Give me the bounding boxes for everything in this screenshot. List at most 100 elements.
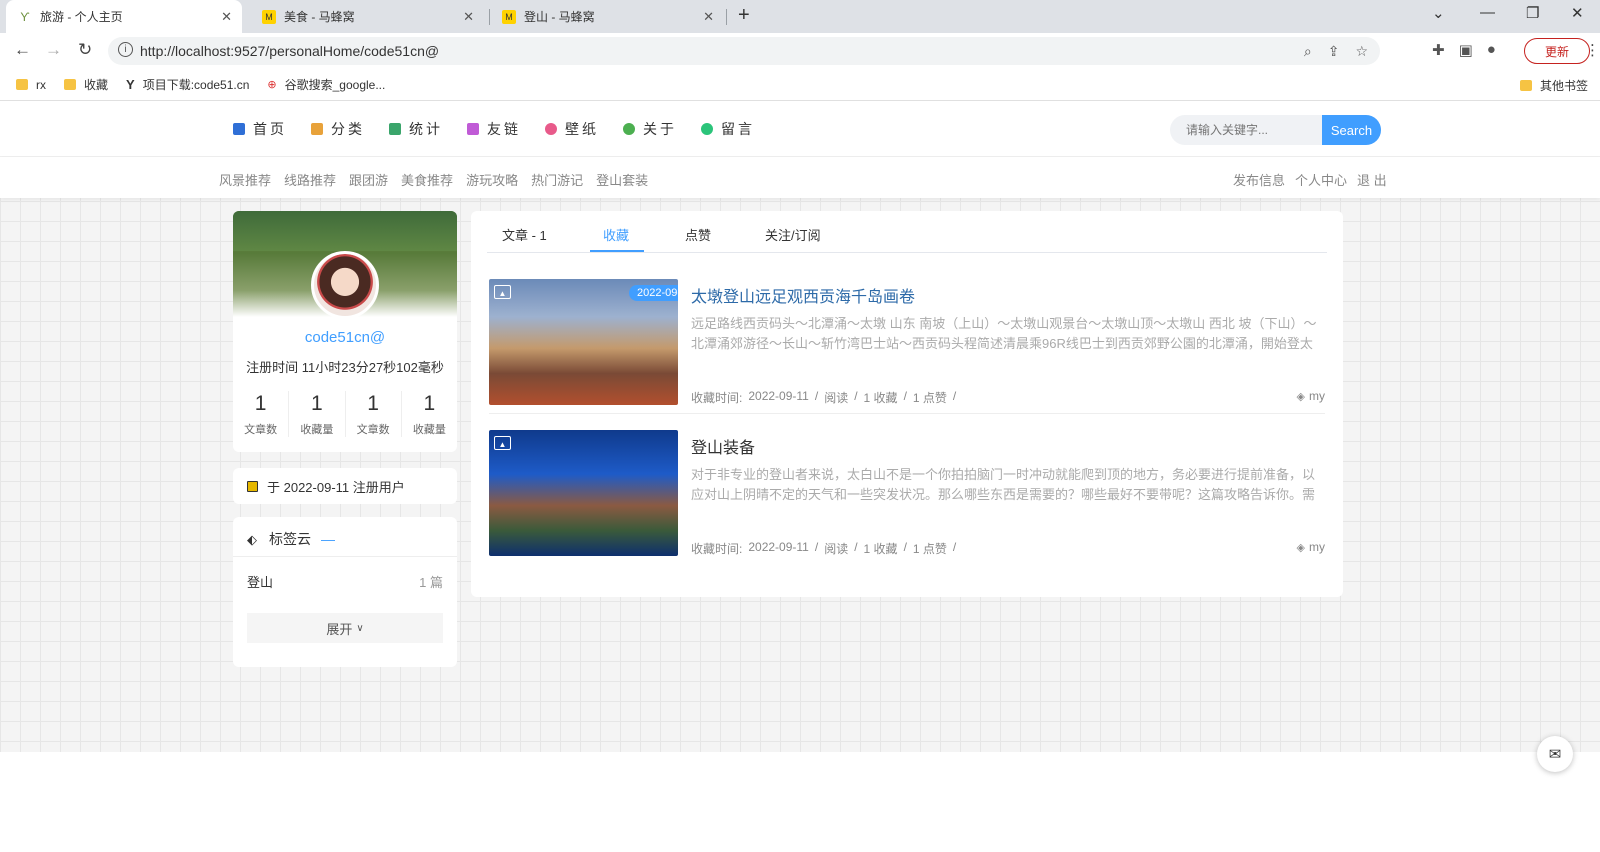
bookmark-folder-favorites[interactable]: 收藏 xyxy=(64,76,108,93)
meta-label: 收藏时间: xyxy=(691,391,743,405)
sub-nav-left: 风景推荐 线路推荐 跟团游 美食推荐 游玩攻略 热门游记 登山套装 xyxy=(219,170,648,189)
subnav-hiking-gear[interactable]: 登山套装 xyxy=(596,170,648,189)
layers-icon: ◈ xyxy=(1296,541,1305,554)
stat-label: 文章数 xyxy=(244,424,278,436)
menu-about[interactable]: 关于 xyxy=(623,119,677,139)
tab-title: 旅游 - 个人主页 xyxy=(40,10,123,24)
tag-count: 1 篇 xyxy=(419,575,443,590)
bookmark-code51[interactable]: Y 项目下载:code51.cn xyxy=(126,76,249,93)
article-author[interactable]: ◈ my xyxy=(1297,540,1325,554)
mafengwo-icon: M xyxy=(262,9,276,24)
forward-icon[interactable]: → xyxy=(45,40,62,60)
browser-tab[interactable]: M 登山 - 马蜂窝 ✕ xyxy=(490,0,724,33)
close-icon[interactable]: ✕ xyxy=(221,9,232,25)
tab-articles[interactable]: 文章 - 1 xyxy=(502,225,547,244)
minimize-icon[interactable]: — xyxy=(1480,4,1495,21)
article-item[interactable]: ▲ 2022-09-11 太墩登山远足观西贡海千岛画卷 远足路线西贡码头～北潭涌… xyxy=(489,279,1325,407)
author-name: my xyxy=(1309,389,1325,403)
collapse-dash[interactable]: — xyxy=(321,531,335,547)
meta-label: 收藏时间: xyxy=(691,542,743,556)
search-button[interactable]: Search xyxy=(1322,115,1381,145)
address-bar-row: ← → ↻ i http://localhost:9527/personalHo… xyxy=(0,33,1600,69)
update-button[interactable]: 更新 xyxy=(1524,38,1590,64)
other-bookmarks[interactable]: 其他书签 xyxy=(1519,77,1588,94)
stat-item[interactable]: 1 文章数 xyxy=(346,391,402,437)
expand-label: 展开 xyxy=(326,621,353,637)
folder-icon xyxy=(16,79,28,90)
side-panel-icon[interactable]: ▣ xyxy=(1459,41,1473,59)
subnav-food[interactable]: 美食推荐 xyxy=(401,170,453,189)
close-icon[interactable]: ✕ xyxy=(463,9,474,25)
reload-icon[interactable]: ↻ xyxy=(78,40,92,60)
menu-statistics[interactable]: 统计 xyxy=(389,119,443,139)
menu-message[interactable]: 留言 xyxy=(701,119,755,139)
site-info-icon[interactable]: i xyxy=(118,42,133,57)
menu-home[interactable]: 首页 xyxy=(233,119,287,139)
search-360-icon: ⊕ xyxy=(267,79,277,91)
profile-reg-time: 注册时间 11小时23分27秒102毫秒 xyxy=(246,360,444,375)
article-item[interactable]: ▲ 登山装备 对于非专业的登山者来说，太白山不是一个你拍拍脑门一时冲动就能爬到顶… xyxy=(489,430,1325,558)
meta-favorites: 1 收藏 xyxy=(863,391,898,405)
zoom-icon[interactable]: ⌕ xyxy=(1304,43,1312,60)
stat-item[interactable]: 1 收藏量 xyxy=(402,391,457,437)
article-description: 对于非专业的登山者来说，太白山不是一个你拍拍脑门一时冲动就能爬到顶的地方，务必要… xyxy=(691,467,1316,502)
stat-item[interactable]: 1 收藏量 xyxy=(289,391,346,437)
subnav-guides[interactable]: 游玩攻略 xyxy=(466,170,518,189)
meta-sep: / xyxy=(952,540,957,554)
tab-likes[interactable]: 点赞 xyxy=(685,225,711,244)
wallpaper-icon xyxy=(545,123,557,135)
stat-number: 1 xyxy=(311,392,323,415)
bookmark-folder-rx[interactable]: rx xyxy=(16,78,46,92)
article-thumbnail[interactable]: ▲ 2022-09-11 xyxy=(489,279,678,405)
expand-button[interactable]: 展开 ∨ xyxy=(247,613,443,643)
mail-icon[interactable]: ✉ xyxy=(1537,736,1573,772)
profile-icon[interactable]: ● xyxy=(1487,41,1496,59)
tag-cloud-card: ⬖ 标签云 — 登山 1 篇 展开 ∨ xyxy=(233,517,457,667)
extensions-icon[interactable]: ✚ xyxy=(1432,41,1445,59)
bookmark-label: 谷歌搜索_google... xyxy=(284,78,386,92)
meta-favorites: 1 收藏 xyxy=(863,542,898,556)
menu-category[interactable]: 分类 xyxy=(311,119,365,139)
logout-link[interactable]: 退 出 xyxy=(1357,170,1387,189)
registration-card: 于 2022-09-11 注册用户 xyxy=(233,468,457,504)
share-icon[interactable]: ⇪ xyxy=(1328,43,1340,60)
article-title[interactable]: 登山装备 xyxy=(691,434,755,458)
browser-tab-active[interactable]: Ƴ 旅游 - 个人主页 ✕ xyxy=(6,0,242,33)
subnav-scenery[interactable]: 风景推荐 xyxy=(219,170,271,189)
stat-number: 1 xyxy=(254,392,267,415)
tab-favorites[interactable]: 收藏 xyxy=(603,225,629,244)
subnav-routes[interactable]: 线路推荐 xyxy=(284,170,336,189)
article-author[interactable]: ◈ my xyxy=(1297,389,1325,403)
menu-links[interactable]: 友链 xyxy=(467,119,521,139)
tag-item[interactable]: 登山 1 篇 xyxy=(247,572,443,591)
maximize-icon[interactable]: ❐ xyxy=(1526,4,1539,22)
new-tab-icon[interactable]: + xyxy=(738,4,750,27)
sub-navigation: 风景推荐 线路推荐 跟团游 美食推荐 游玩攻略 热门游记 登山套装 发布信息 个… xyxy=(0,157,1600,198)
star-icon[interactable]: ☆ xyxy=(1355,43,1368,60)
tab-search-icon[interactable]: ⌄ xyxy=(1432,4,1445,22)
url-bar[interactable]: i http://localhost:9527/personalHome/cod… xyxy=(108,37,1380,65)
tab-follow[interactable]: 关注/订阅 xyxy=(765,225,821,244)
profile-username[interactable]: code51cn@ xyxy=(233,329,457,346)
subnav-group-tour[interactable]: 跟团游 xyxy=(349,170,388,189)
meta-sep: / xyxy=(854,389,858,403)
search-input[interactable] xyxy=(1170,115,1322,145)
personal-center-link[interactable]: 个人中心 xyxy=(1295,170,1347,189)
bookmark-label: 其他书签 xyxy=(1539,79,1588,93)
back-icon[interactable]: ← xyxy=(14,40,31,60)
tag-icon: ⬖ xyxy=(247,532,257,547)
meta-sep: / xyxy=(854,540,858,554)
subnav-travelogues[interactable]: 热门游记 xyxy=(531,170,583,189)
more-menu-icon[interactable]: ⋮ xyxy=(1585,41,1600,59)
close-icon[interactable]: ✕ xyxy=(703,9,714,25)
menu-wallpaper[interactable]: 壁纸 xyxy=(545,119,599,139)
avatar[interactable] xyxy=(311,251,379,319)
code51-icon: Y xyxy=(126,77,135,92)
stat-item[interactable]: 1 文章数 xyxy=(233,391,290,437)
publish-link[interactable]: 发布信息 xyxy=(1233,170,1285,189)
bookmark-google-search[interactable]: ⊕ 谷歌搜索_google... xyxy=(267,76,385,93)
browser-tab[interactable]: M 美食 - 马蜂窝 ✕ xyxy=(250,0,484,33)
article-title[interactable]: 太墩登山远足观西贡海千岛画卷 xyxy=(691,283,915,307)
article-thumbnail[interactable]: ▲ xyxy=(489,430,678,556)
window-close-icon[interactable]: ✕ xyxy=(1571,4,1584,22)
